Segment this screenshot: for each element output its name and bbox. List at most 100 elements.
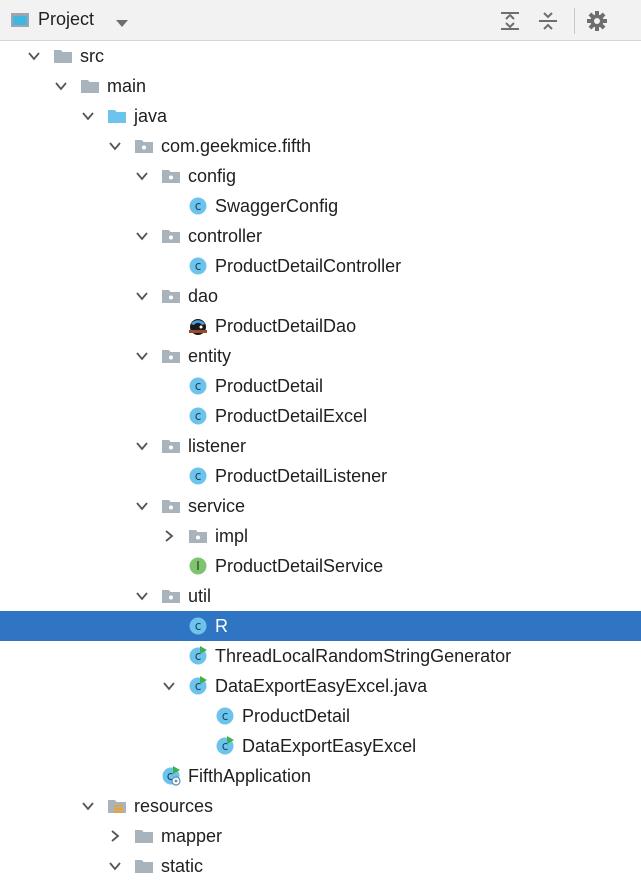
collapse-all-icon[interactable] [537, 10, 559, 32]
chevron-down-icon[interactable] [115, 16, 129, 34]
tree-node[interactable]: src [0, 41, 641, 71]
expand-all-icon[interactable] [499, 10, 521, 32]
chevron-down-icon[interactable] [135, 289, 149, 303]
tree-node-label: main [107, 76, 147, 96]
tree-node[interactable]: entity [0, 341, 641, 371]
tree-node[interactable]: dao [0, 281, 641, 311]
tree-node-label: java [134, 106, 168, 126]
chevron-right-icon[interactable] [162, 529, 176, 543]
tree-node-label: R [215, 616, 228, 636]
tree-node-label: ProductDetailExcel [215, 406, 368, 426]
class-icon: c [188, 466, 208, 486]
class-icon: c [188, 616, 208, 636]
tree-node[interactable]: controller [0, 221, 641, 251]
folder-icon [53, 46, 73, 66]
mybatis-icon [188, 316, 208, 336]
tree-node[interactable]: c DataExportEasyExcel [0, 731, 641, 761]
package-icon [161, 346, 181, 366]
chevron-down-icon[interactable] [135, 229, 149, 243]
svg-text:c: c [195, 259, 202, 273]
svg-text:c: c [195, 409, 202, 423]
tree-node-label: impl [215, 526, 249, 546]
spring-boot-app-icon: c [161, 766, 181, 786]
tree-node-label: service [188, 496, 246, 516]
class-icon: c [215, 706, 235, 726]
project-window-icon [10, 10, 30, 35]
project-tree: src main java com.geekmice.fifth config c Swag… [0, 41, 641, 881]
package-icon [134, 136, 154, 156]
tree-node[interactable]: resources [0, 791, 641, 821]
tree-node[interactable]: c ThreadLocalRandomStringGenerator [0, 641, 641, 671]
gear-icon[interactable] [586, 10, 608, 32]
chevron-down-icon[interactable] [81, 109, 95, 123]
folder-icon [134, 856, 154, 876]
tree-node-label: ProductDetailDao [215, 316, 357, 336]
toolwindow-title[interactable]: Project [38, 9, 94, 30]
folder-icon [80, 76, 100, 96]
tree-node[interactable]: c ProductDetail [0, 371, 641, 401]
svg-text:c: c [222, 709, 229, 723]
tree-node[interactable]: c ProductDetailController [0, 251, 641, 281]
tree-node[interactable]: java [0, 101, 641, 131]
tree-node[interactable]: c ProductDetailListener [0, 461, 641, 491]
chevron-down-icon[interactable] [81, 799, 95, 813]
tree-node[interactable]: impl [0, 521, 641, 551]
chevron-down-icon[interactable] [54, 79, 68, 93]
tree-node-label: src [80, 46, 104, 66]
project-toolwindow-header: Project [0, 0, 641, 41]
resources-folder-icon [107, 796, 127, 816]
tree-node-label: entity [188, 346, 232, 366]
chevron-down-icon[interactable] [108, 139, 122, 153]
tree-node[interactable]: c ProductDetailExcel [0, 401, 641, 431]
package-icon [161, 586, 181, 606]
chevron-down-icon[interactable] [135, 439, 149, 453]
tree-node-label: dao [188, 286, 219, 306]
tree-node[interactable]: c ProductDetail [0, 701, 641, 731]
chevron-down-icon[interactable] [135, 169, 149, 183]
tree-node[interactable]: cR [0, 611, 641, 641]
svg-text:I: I [196, 559, 200, 573]
package-icon [161, 286, 181, 306]
tree-node[interactable]: c DataExportEasyExcel.java [0, 671, 641, 701]
tree-node[interactable]: c FifthApplication [0, 761, 641, 791]
package-icon [161, 436, 181, 456]
tree-node-label: DataExportEasyExcel [242, 736, 417, 756]
tree-node[interactable]: service [0, 491, 641, 521]
tree-node[interactable]: listener [0, 431, 641, 461]
source-folder-icon [107, 106, 127, 126]
chevron-down-icon[interactable] [27, 49, 41, 63]
tree-node-label: util [188, 586, 212, 606]
runnable-class-icon: c [188, 676, 208, 696]
tree-node[interactable]: config [0, 161, 641, 191]
tree-node-label: com.geekmice.fifth [161, 136, 312, 156]
tree-node[interactable]: com.geekmice.fifth [0, 131, 641, 161]
chevron-down-icon[interactable] [135, 589, 149, 603]
tree-node[interactable]: mapper [0, 821, 641, 851]
tree-node-label: FifthApplication [188, 766, 312, 786]
class-icon: c [188, 256, 208, 276]
tree-node[interactable]: I ProductDetailService [0, 551, 641, 581]
tree-node[interactable]: main [0, 71, 641, 101]
tree-node-label: static [161, 856, 204, 876]
tree-node[interactable]: c SwaggerConfig [0, 191, 641, 221]
chevron-down-icon[interactable] [108, 859, 122, 873]
chevron-down-icon[interactable] [135, 499, 149, 513]
chevron-right-icon[interactable] [108, 829, 122, 843]
runnable-class-icon: c [215, 736, 235, 756]
folder-icon [134, 826, 154, 846]
svg-text:c: c [195, 379, 202, 393]
tree-node[interactable]: util [0, 581, 641, 611]
tree-node[interactable]: ProductDetailDao [0, 311, 641, 341]
tree-node-label: resources [134, 796, 214, 816]
runnable-class-icon: c [188, 646, 208, 666]
tree-node-label: ThreadLocalRandomStringGenerator [215, 646, 512, 666]
interface-icon: I [188, 556, 208, 576]
chevron-down-icon[interactable] [135, 349, 149, 363]
tree-node-label: ProductDetail [242, 706, 351, 726]
tree-node-label: listener [188, 436, 247, 456]
tree-node-label: ProductDetail [215, 376, 324, 396]
tree-node-label: ProductDetailListener [215, 466, 388, 486]
chevron-down-icon[interactable] [162, 679, 176, 693]
tree-node-label: DataExportEasyExcel.java [215, 676, 428, 696]
package-icon [161, 496, 181, 516]
